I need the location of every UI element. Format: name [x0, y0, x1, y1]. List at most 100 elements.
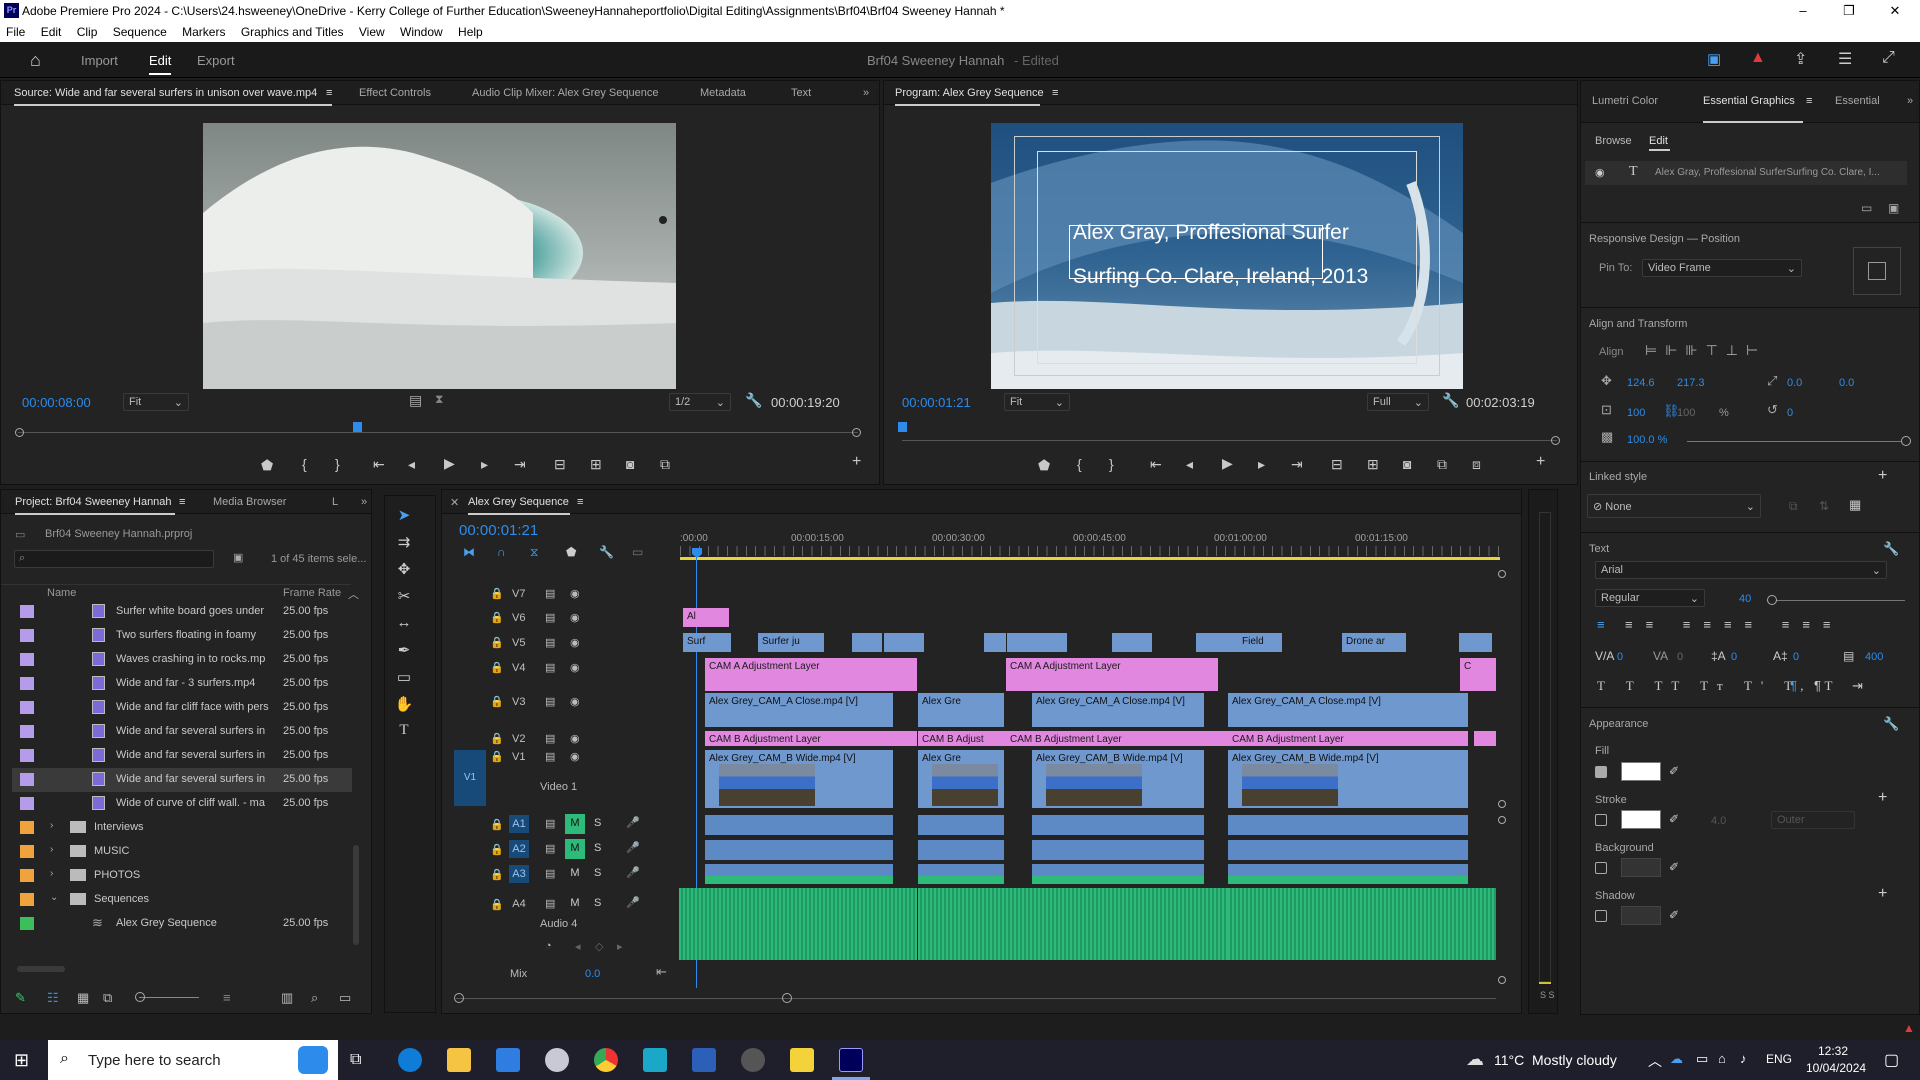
- slip-tool-icon[interactable]: ↔: [394, 614, 414, 634]
- label-color[interactable]: [20, 701, 34, 714]
- lock-icon[interactable]: 🔒: [490, 587, 504, 600]
- pin-widget[interactable]: [1853, 247, 1901, 295]
- v5-clip[interactable]: [884, 633, 924, 652]
- app-icon[interactable]: [545, 1048, 569, 1072]
- source-timecode[interactable]: 00:00:08:00: [22, 395, 91, 410]
- lock-icon[interactable]: 🔒: [490, 661, 504, 674]
- track-label[interactable]: A1: [509, 815, 529, 833]
- ripple-edit-tool-icon[interactable]: ✥: [394, 560, 414, 580]
- onedrive-icon[interactable]: ☁: [1670, 1051, 1683, 1067]
- rectangle-tool-icon[interactable]: ▭: [394, 668, 414, 688]
- video-clip[interactable]: Alex Grey_CAM_A Close.mp4 [V]: [1228, 693, 1468, 727]
- eye-icon[interactable]: ◉: [570, 695, 580, 708]
- automate-icon[interactable]: ▥: [281, 990, 293, 1006]
- add-style-icon[interactable]: +: [1878, 467, 1887, 485]
- source-menu-icon[interactable]: ≡: [326, 87, 332, 99]
- label-color[interactable]: [20, 653, 34, 666]
- project-list-item[interactable]: Surfer white board goes under 25.00 fps: [12, 600, 352, 624]
- microphone-icon[interactable]: 🎤: [626, 816, 640, 829]
- tab-essential-sound[interactable]: Essential: [1835, 95, 1880, 107]
- appearance-settings-icon[interactable]: 🔧: [1883, 716, 1899, 732]
- project-more-icon[interactable]: »: [361, 496, 367, 508]
- column-frame-rate[interactable]: Frame Rate: [283, 587, 341, 599]
- unity-icon[interactable]: [741, 1048, 765, 1072]
- microphone-icon[interactable]: 🎤: [626, 841, 640, 854]
- program-camera-icon[interactable]: ◙: [1403, 456, 1411, 472]
- project-list-item[interactable]: Wide and far - 3 surfers.mp4 25.00 fps: [12, 672, 352, 696]
- text-settings-icon[interactable]: 🔧: [1883, 541, 1899, 557]
- tab-sequence[interactable]: Alex Grey Sequence: [468, 496, 569, 508]
- text-alignment-icons[interactable]: ≡≡ ≡≡≡≡ ≡≡≡: [1625, 617, 1844, 632]
- audio-clip[interactable]: [705, 840, 893, 860]
- program-mark-in-icon[interactable]: {: [1077, 456, 1082, 472]
- program-marker-icon[interactable]: ⬟: [1038, 457, 1050, 474]
- taskbar-search-box[interactable]: ⌕ Type here to search: [48, 1040, 338, 1080]
- eye-icon[interactable]: ◉: [570, 750, 580, 763]
- mute-button[interactable]: M: [565, 839, 585, 859]
- source-settings-icon[interactable]: 🔧: [745, 392, 762, 409]
- baseline-value[interactable]: 0: [1793, 651, 1799, 663]
- next-keyframe-icon[interactable]: ▸: [617, 940, 623, 953]
- scale-value[interactable]: 100: [1627, 407, 1645, 419]
- project-search-input[interactable]: ⌕: [14, 550, 214, 568]
- program-step-back-icon[interactable]: ◂: [1186, 456, 1193, 473]
- solo-button[interactable]: S: [594, 842, 601, 854]
- tab-export[interactable]: Export: [197, 53, 235, 68]
- column-name[interactable]: Name: [47, 587, 76, 599]
- eg-more-icon[interactable]: »: [1907, 95, 1913, 107]
- background-eyedropper-icon[interactable]: ✐: [1669, 860, 1679, 874]
- write-on-icon[interactable]: ✎: [15, 990, 26, 1006]
- solo-button[interactable]: S: [594, 867, 601, 879]
- timeline-settings-icon[interactable]: 🔧: [599, 545, 614, 559]
- source-zoom-end[interactable]: [852, 428, 861, 437]
- source-zoom-start[interactable]: [15, 428, 24, 437]
- zoom-slider-handle[interactable]: [135, 992, 145, 1002]
- sync-style-icon[interactable]: ⇅: [1819, 499, 1829, 513]
- edge-icon[interactable]: [398, 1048, 422, 1072]
- lock-icon[interactable]: 🔒: [490, 750, 504, 763]
- tsume-value[interactable]: 400: [1865, 651, 1883, 663]
- align-buttons-icon[interactable]: ⊨⊩⊪⊤⊥⊢: [1645, 342, 1766, 359]
- graphic-clip[interactable]: Al: [683, 608, 729, 627]
- label-color[interactable]: [20, 677, 34, 690]
- tab-media-browser[interactable]: Media Browser: [213, 496, 286, 508]
- v5-clip[interactable]: Surfer ju: [758, 633, 824, 652]
- insert-clip-icon[interactable]: ⊟: [554, 456, 566, 473]
- label-color[interactable]: [20, 797, 34, 810]
- maximize-icon[interactable]: ❐: [1826, 0, 1872, 22]
- label-color[interactable]: [20, 845, 34, 858]
- opacity-slider-handle[interactable]: [1901, 436, 1911, 446]
- zoom-slider[interactable]: [139, 997, 199, 998]
- timeline-zoom-bar[interactable]: [456, 998, 1496, 999]
- project-hscrollbar[interactable]: [17, 966, 65, 972]
- audio-clip[interactable]: [1032, 815, 1204, 835]
- clock-time[interactable]: 12:32: [1818, 1044, 1848, 1058]
- timeline-zoom-start[interactable]: [454, 993, 464, 1003]
- play-icon[interactable]: ▶: [444, 455, 455, 472]
- eye-icon[interactable]: ◉: [570, 611, 580, 624]
- v5-clip[interactable]: Drone ar: [1342, 633, 1406, 652]
- program-play-icon[interactable]: ▶: [1222, 455, 1233, 472]
- tab-program[interactable]: Program: Alex Grey Sequence: [895, 87, 1044, 99]
- fill-color-swatch[interactable]: [1621, 762, 1661, 781]
- anchor-x[interactable]: 0.0: [1787, 377, 1802, 389]
- lock-icon[interactable]: 🔒: [490, 868, 504, 881]
- project-list-item[interactable]: Wide and far cliff face with pers 25.00 f…: [12, 696, 352, 720]
- vscroll-audio[interactable]: [1498, 816, 1506, 824]
- type-tool-icon[interactable]: T: [394, 722, 414, 742]
- chevron-right-icon[interactable]: ›: [50, 868, 53, 879]
- track-label[interactable]: V4: [512, 662, 525, 674]
- fill-checkbox[interactable]: [1595, 766, 1607, 778]
- v5-clip[interactable]: [852, 633, 882, 652]
- chrome-icon[interactable]: [594, 1048, 618, 1072]
- anchor-y[interactable]: 0.0: [1839, 377, 1854, 389]
- mix-value[interactable]: 0.0: [585, 968, 600, 980]
- program-timecode[interactable]: 00:00:01:21: [902, 395, 971, 410]
- sync-lock-icon[interactable]: ▤: [545, 842, 555, 855]
- selection-tool-icon[interactable]: ➤: [394, 506, 414, 526]
- style-grid-icon[interactable]: ▦: [1849, 497, 1861, 513]
- adjustment-layer-clip[interactable]: [1474, 731, 1496, 746]
- more-tabs-icon[interactable]: »: [863, 87, 869, 99]
- shadow-color-swatch[interactable]: [1621, 906, 1661, 925]
- tab-stops-icon[interactable]: ⇥: [1852, 678, 1863, 694]
